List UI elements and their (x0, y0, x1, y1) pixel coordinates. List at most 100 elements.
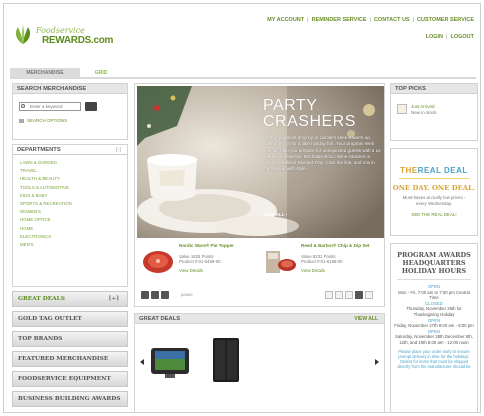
great-deals-view-all[interactable]: VIEW ALL (354, 314, 378, 324)
wallet-image[interactable] (211, 336, 241, 386)
slide-page-dot[interactable] (365, 291, 373, 299)
departments-title: DEPARTMENTS [-] (13, 145, 127, 155)
previous-slide-button[interactable] (141, 291, 149, 299)
hours-text: Thursday, November 26th for Thanksgiving… (406, 306, 462, 317)
slide-page-dot[interactable] (335, 291, 343, 299)
nav-contact-us[interactable]: CONTACT US (374, 17, 410, 23)
search-placeholder: Enter a keyword (30, 104, 63, 109)
nav-separator: | (369, 17, 371, 23)
arrow-right-icon: › (285, 212, 288, 217)
arrow-right-icon[interactable] (375, 359, 379, 365)
hours-entry: CLOSED Thursday, November 26th for Thanks… (391, 301, 477, 318)
great-deals-expand-toggle[interactable]: [+] (109, 292, 119, 306)
department-link[interactable]: SPORTS & RECREATION (20, 200, 127, 208)
options-icon (19, 118, 24, 123)
arrow-left-icon[interactable] (140, 359, 144, 365)
business-building-awards-button[interactable]: BUSINESS BUILDING AWARDS (12, 391, 128, 407)
search-go-button[interactable] (85, 102, 97, 111)
product-card[interactable]: Nordic Ware® Pie Topper Value 1825 Point… (141, 241, 259, 279)
hero-title-line2: CRASHERS (263, 113, 356, 130)
slide-page-dot[interactable] (325, 291, 333, 299)
hours-entry: OPEN Saturday, November 28th December 5th… (391, 329, 477, 346)
top-pick-line1[interactable]: Just Arrived (411, 104, 435, 109)
featured-carousel: PARTY CRASHERS When neighbors drop by or… (134, 83, 385, 307)
nav-separator: | (446, 34, 448, 40)
search-options-label: SEARCH OPTIONS (27, 118, 68, 123)
page-frame: Foodservice REWARDS.com MY ACCOUNT | REMIN… (3, 3, 481, 413)
slide-page-dot-active[interactable] (355, 291, 363, 299)
department-link[interactable]: HEALTH & BEAUTY (20, 175, 127, 183)
great-deals-header: GREAT DEALS VIEW ALL (135, 314, 384, 324)
department-link[interactable]: TRAVEL (20, 167, 127, 175)
nav-separator: | (307, 17, 309, 23)
product-meta: Value 8231 Points Product #:01-8198-00 (301, 254, 343, 265)
hero-view-all-link[interactable]: VIEW ALL › (263, 212, 287, 217)
department-link[interactable]: HOME OFFICE (20, 216, 127, 224)
departments-collapse-toggle[interactable]: [-] (116, 145, 121, 155)
hero-title: PARTY CRASHERS (263, 98, 381, 130)
divider (399, 178, 469, 179)
foodservice-equipment-button[interactable]: FOODSERVICE EQUIPMENT (12, 371, 128, 387)
featured-merchandise-button[interactable]: FEATURED MERCHANDISE (12, 351, 128, 367)
nav-customer-service[interactable]: CUSTOMER SERVICE (417, 17, 474, 23)
play-slide-button[interactable] (151, 291, 159, 299)
divider (397, 279, 471, 280)
view-tabs: MERCHANDISE GRID (10, 67, 476, 79)
department-link[interactable]: ELECTRONICS (20, 233, 127, 241)
top-brands-button[interactable]: TOP BRANDS (12, 331, 128, 347)
search-panel-title: SEARCH MERCHANDISE (13, 84, 127, 94)
hero-banner[interactable]: PARTY CRASHERS When neighbors drop by or… (137, 86, 384, 238)
view-details-link[interactable]: View Details (179, 268, 203, 273)
product-number: Product #:01-8198-00 (301, 259, 343, 265)
real-deal-promo[interactable]: THEREAL DEAL ONE DAY. ONE DEAL. Must-hav… (390, 148, 478, 236)
product-number: Product #:01-5458-00 (179, 259, 221, 265)
tab-grid[interactable]: GRID (90, 68, 112, 78)
chip-dip-set-image (266, 251, 296, 273)
department-link[interactable]: WOMEN'S (20, 208, 127, 216)
hours-text: Saturday, November 28th December 5th, 12… (394, 334, 474, 345)
product-name[interactable]: Reed & Barton® Chip & Dip Set (301, 243, 381, 249)
gold-tag-outlet-button[interactable]: GOLD TAG OUTLET (12, 311, 128, 327)
top-pick-thumbnail-icon[interactable] (397, 104, 407, 114)
department-link[interactable]: HOME (20, 225, 127, 233)
department-link[interactable]: LAWN & GARDEN (20, 159, 127, 167)
top-nav: MY ACCOUNT | REMINDER SERVICE | CONTACT US | C… (267, 17, 474, 23)
site-logo[interactable]: Foodservice REWARDS.com (12, 22, 113, 52)
search-input[interactable]: Enter a keyword (19, 102, 81, 111)
slide-page-dot[interactable] (345, 291, 353, 299)
logout-link[interactable]: LOGOUT (450, 34, 474, 40)
department-link[interactable]: KIDS & BABY (20, 192, 127, 200)
top-picks-title: TOP PICKS (391, 84, 477, 94)
search-panel: SEARCH MERCHANDISE Enter a keyword SEARC… (12, 83, 128, 140)
hours-entry: OPEN Mon - Fri, 7:00 am to 7:00 pm Centra… (391, 284, 477, 301)
department-link[interactable]: MEN'S (20, 241, 127, 249)
department-link[interactable]: TOOLS & AUTOMOTIVE (20, 184, 127, 192)
next-slide-button[interactable] (161, 291, 169, 299)
great-deals-button[interactable]: GREAT DEALS [+] (12, 291, 128, 307)
logo-text-rewards: REWARDS.com (42, 35, 114, 46)
departments-panel: DEPARTMENTS [-] LAWN & GARDEN TRAVEL HEA… (12, 144, 128, 287)
great-deals-panel: GREAT DEALS VIEW ALL (134, 313, 385, 412)
top-pick-line2: New in stock (411, 110, 437, 115)
nav-separator: | (412, 17, 415, 23)
tab-merchandise[interactable]: MERCHANDISE (10, 68, 80, 78)
great-deals-title: GREAT DEALS (139, 316, 181, 322)
departments-title-text: DEPARTMENTS (17, 147, 61, 153)
search-icon (21, 104, 25, 108)
great-deals-label: GREAT DEALS (18, 296, 65, 302)
nav-my-account[interactable]: MY ACCOUNT (267, 17, 304, 23)
search-options-link[interactable]: SEARCH OPTIONS (19, 118, 67, 123)
gps-device-image[interactable] (149, 344, 191, 380)
hero-body: When neighbors drop by or carolers seek … (263, 135, 381, 172)
pie-topper-image (143, 251, 173, 273)
product-name[interactable]: Nordic Ware® Pie Topper (179, 243, 259, 249)
login-link[interactable]: LOGIN (426, 34, 443, 40)
nav-reminder-service[interactable]: REMINDER SERVICE (312, 17, 367, 23)
hours-text: Friday, November 27th 8:00 am - 5:00 pm (394, 323, 474, 329)
real-deal-logo-the: THE (400, 166, 418, 175)
pause-label[interactable]: pause (181, 292, 193, 297)
view-details-link[interactable]: View Details (301, 268, 325, 273)
see-real-deal-button[interactable]: SEE THE REAL DEAL! (391, 212, 477, 217)
product-card[interactable]: Reed & Barton® Chip & Dip Set Value 8231… (263, 241, 381, 279)
program-hours-panel: PROGRAM AWARDS HEADQUARTERS HOLIDAY HOUR… (390, 243, 478, 412)
